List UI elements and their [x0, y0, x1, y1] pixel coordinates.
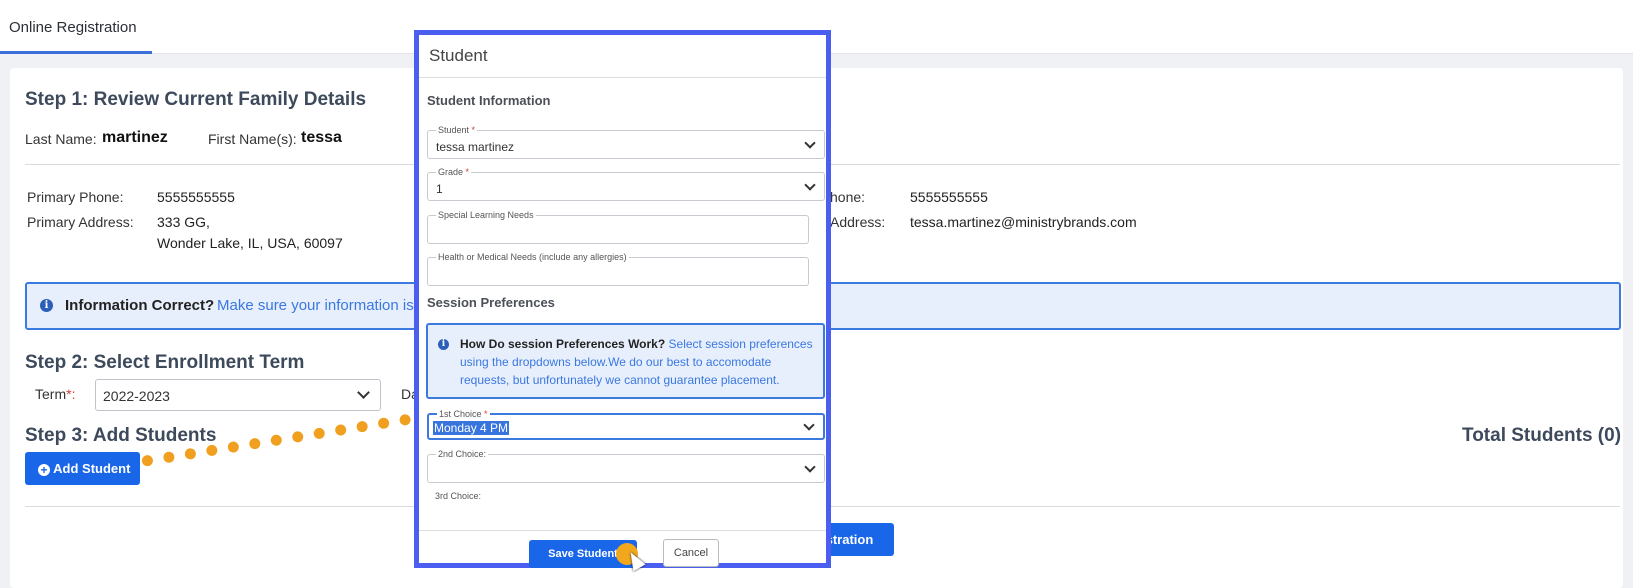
- modal-footer-divider: [419, 530, 826, 531]
- health-needs-label: Health or Medical Needs (include any all…: [436, 252, 629, 262]
- chevron-down-icon: [804, 137, 816, 149]
- last-name-label: Last Name:: [25, 131, 97, 147]
- health-needs-field[interactable]: Health or Medical Needs (include any all…: [427, 252, 809, 286]
- chevron-down-icon: [804, 179, 816, 191]
- cancel-button[interactable]: Cancel: [663, 539, 719, 567]
- secondary-phone-value: 5555555555: [910, 189, 988, 205]
- add-student-label: Add Student: [53, 461, 131, 476]
- step3-heading: Step 3: Add Students: [25, 425, 217, 446]
- student-modal: Student Student Information Student * te…: [414, 30, 831, 568]
- term-value: 2022-2023: [103, 388, 170, 404]
- info-text: Make sure your information is: [217, 297, 414, 314]
- primary-phone-label: Primary Phone:: [27, 189, 124, 205]
- step2-heading: Step 2: Select Enrollment Term: [25, 352, 305, 373]
- session-preferences-heading: Session Preferences: [427, 295, 555, 310]
- email-value: tessa.martinez@ministrybrands.com: [910, 214, 1137, 230]
- first-name-value: tessa: [301, 129, 342, 146]
- modal-title: Student: [419, 35, 826, 78]
- third-choice-label: 3rd Choice:: [433, 491, 484, 501]
- chevron-down-icon: [803, 419, 815, 431]
- tab-online-registration[interactable]: Online Registration: [0, 0, 152, 54]
- first-name-label: First Name(s):: [208, 131, 297, 147]
- pref-info-title: How Do session Preferences Work?: [460, 337, 666, 351]
- total-students: Total Students (0): [1462, 425, 1622, 446]
- chevron-down-icon: [357, 386, 370, 399]
- email-address-label: Address:: [830, 214, 886, 230]
- grade-value: 1: [436, 182, 443, 196]
- address-line1: 333 GG,: [157, 214, 210, 230]
- primary-phone-value: 5555555555: [157, 189, 235, 205]
- special-needs-label: Special Learning Needs: [436, 210, 536, 220]
- grade-label: Grade *: [436, 167, 472, 177]
- second-choice-label: 2nd Choice:: [436, 449, 489, 459]
- first-choice-label: 1st Choice *: [437, 409, 490, 419]
- secondary-phone-label: hone:: [830, 189, 866, 205]
- student-select[interactable]: Student * tessa martinez: [427, 125, 825, 159]
- term-select[interactable]: 2022-2023: [95, 379, 381, 411]
- term-label: Term*:: [35, 386, 76, 402]
- add-student-button[interactable]: + Add Student: [25, 452, 140, 485]
- info-icon: i: [40, 299, 53, 312]
- chevron-down-icon: [804, 461, 816, 473]
- address-line2: Wonder Lake, IL, USA, 60097: [157, 235, 343, 251]
- first-choice-value: Monday 4 PM: [433, 421, 510, 435]
- student-value: tessa martinez: [436, 140, 515, 154]
- session-preferences-info: i How Do session Preferences Work? Selec…: [426, 323, 825, 399]
- info-icon: i: [438, 339, 449, 350]
- last-name-value: martinez: [102, 129, 168, 146]
- plus-circle-icon: +: [38, 464, 50, 476]
- second-choice-select[interactable]: 2nd Choice:: [427, 449, 825, 483]
- primary-address-label: Primary Address:: [27, 214, 134, 230]
- grade-select[interactable]: Grade * 1: [427, 167, 825, 201]
- student-label: Student *: [436, 125, 478, 135]
- step1-heading: Step 1: Review Current Family Details: [25, 89, 367, 110]
- student-info-heading: Student Information: [427, 93, 551, 108]
- special-learning-needs-field[interactable]: Special Learning Needs: [427, 210, 809, 244]
- info-title: Information Correct?: [65, 297, 215, 314]
- first-choice-select[interactable]: 1st Choice * Monday 4 PM: [427, 409, 825, 440]
